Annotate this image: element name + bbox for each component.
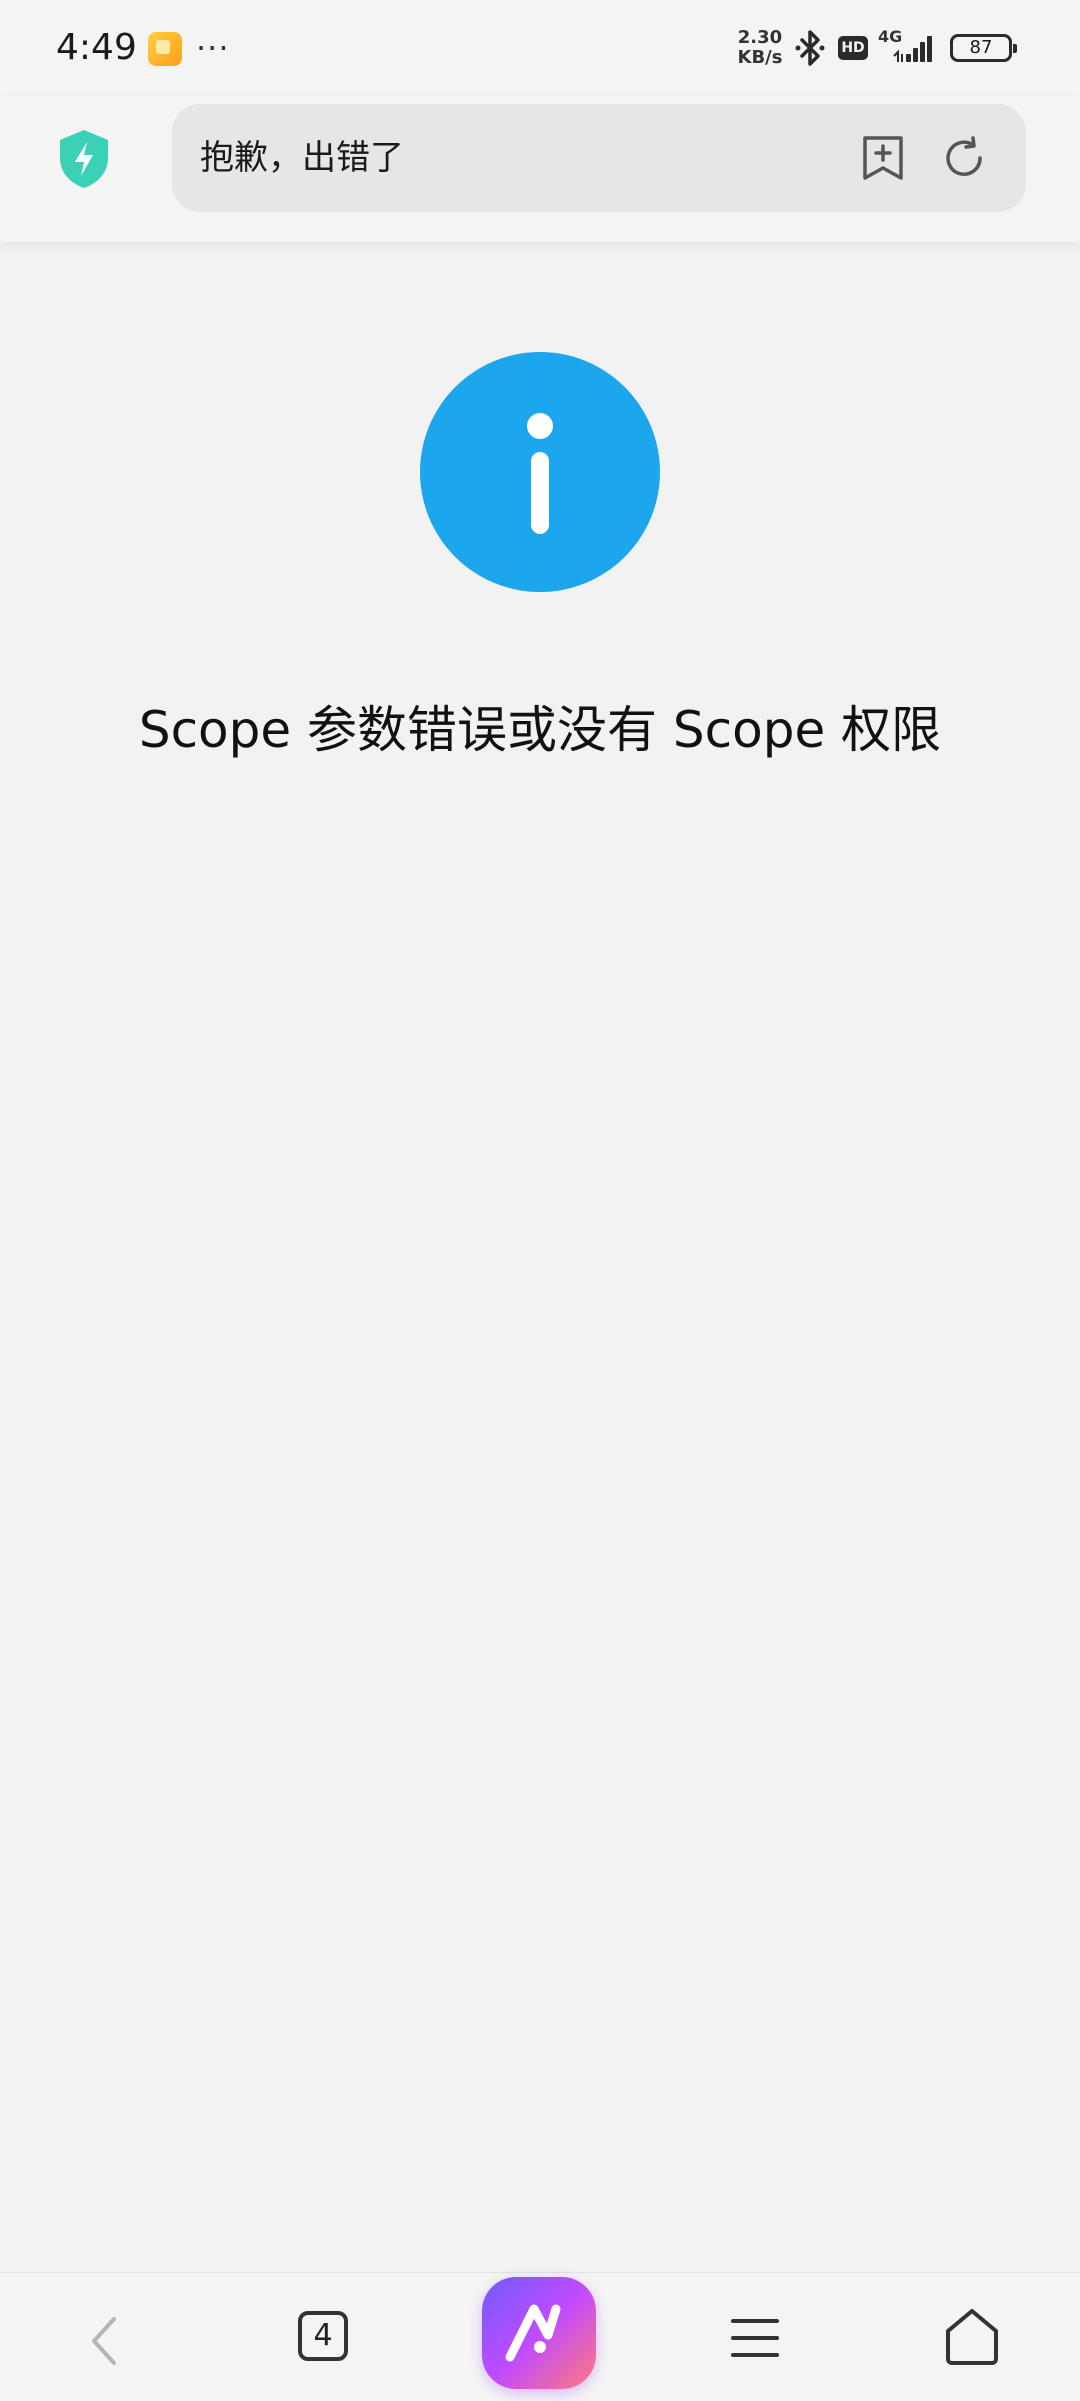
tabs-counter-button[interactable]: 4 (298, 2311, 348, 2361)
network-speed: 2.30 KB/s (732, 28, 788, 68)
signal-icon: 4G (878, 28, 938, 68)
address-bar[interactable]: 抱歉，出错了 (172, 104, 1026, 212)
security-shield-icon[interactable] (56, 128, 112, 190)
battery-level: 87 (969, 37, 993, 58)
page-title: 抱歉，出错了 (200, 138, 404, 178)
reload-icon[interactable] (940, 134, 988, 182)
ai-assistant-button[interactable] (482, 2277, 596, 2389)
browser-toolbar: 抱歉，出错了 (0, 96, 1080, 242)
ai-assistant-icon (505, 2304, 561, 2362)
back-icon[interactable] (80, 2313, 130, 2369)
signal-bars-icon (893, 36, 932, 62)
status-bar: 4:49 ··· 2.30 KB/s HD 4G 87 (0, 0, 1080, 96)
bluetooth-icon (795, 30, 825, 66)
app-notification-icon (148, 32, 182, 66)
bookmark-add-icon[interactable] (860, 134, 906, 182)
network-speed-value: 2.30 (737, 27, 783, 48)
network-speed-unit: KB/s (737, 47, 783, 68)
more-notifications-icon: ··· (196, 29, 230, 67)
error-message: Scope 参数错误或没有 Scope 权限 (138, 701, 942, 759)
info-icon (420, 352, 660, 592)
menu-icon[interactable] (730, 2313, 780, 2363)
status-time: 4:49 (56, 27, 137, 68)
bottom-navigation: 4 (0, 2272, 1080, 2401)
battery-icon: 87 (950, 34, 1017, 62)
home-icon[interactable] (942, 2307, 1002, 2365)
hd-icon: HD (838, 36, 868, 60)
